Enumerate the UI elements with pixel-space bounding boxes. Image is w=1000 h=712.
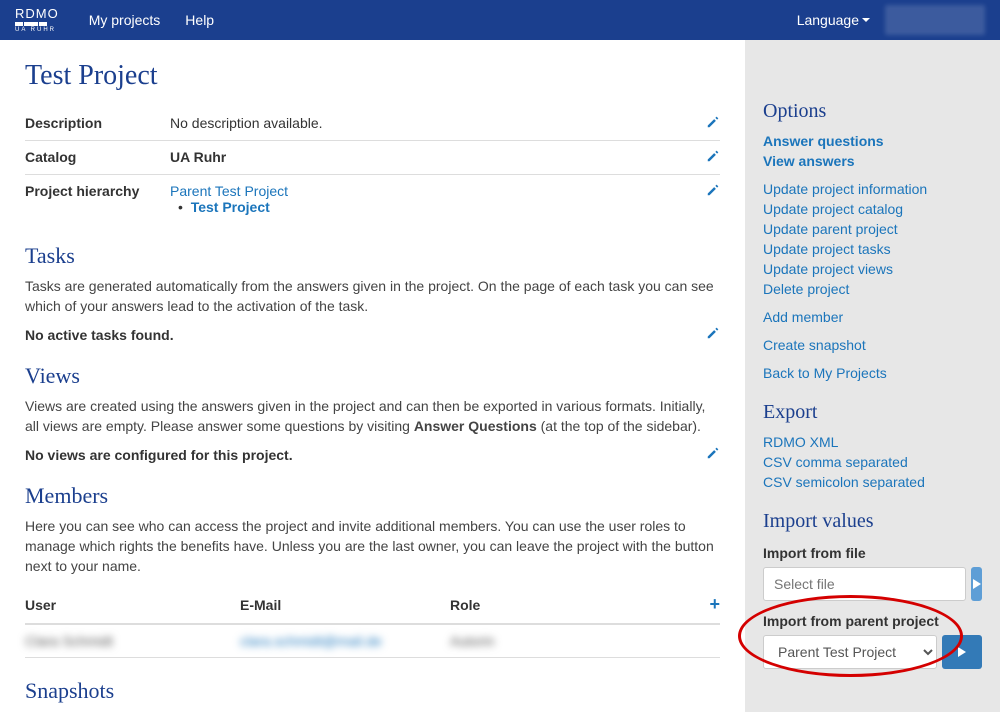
tasks-empty: No active tasks found. xyxy=(25,327,706,343)
hierarchy-label: Project hierarchy xyxy=(25,175,170,224)
export-heading: Export xyxy=(763,401,982,424)
views-empty: No views are configured for this project… xyxy=(25,447,706,463)
import-heading: Import values xyxy=(763,510,982,533)
link-update-info[interactable]: Update project information xyxy=(763,181,982,197)
table-row: Clara Schmidt clara.schmidt@mail.de Auto… xyxy=(25,624,720,658)
link-back-projects[interactable]: Back to My Projects xyxy=(763,365,982,381)
members-description: Here you can see who can access the proj… xyxy=(25,517,720,576)
options-heading: Options xyxy=(763,100,982,123)
chevron-down-icon xyxy=(862,18,870,22)
plus-icon[interactable]: + xyxy=(709,594,720,614)
views-description: Views are created using the answers give… xyxy=(25,397,720,436)
members-heading: Members xyxy=(25,483,720,509)
col-email: E-Mail xyxy=(240,586,450,624)
member-role: Autorin xyxy=(450,633,494,649)
project-info-table: Description No description available. Ca… xyxy=(25,107,720,223)
members-table: User E-Mail Role + Clara Schmidt clara.s… xyxy=(25,586,720,658)
link-update-catalog[interactable]: Update project catalog xyxy=(763,201,982,217)
import-file-label: Import from file xyxy=(763,545,982,561)
col-user: User xyxy=(25,586,240,624)
select-file-input[interactable] xyxy=(763,567,966,601)
link-update-views[interactable]: Update project views xyxy=(763,261,982,277)
link-export-csv-semicolon[interactable]: CSV semicolon separated xyxy=(763,474,982,490)
snapshots-heading: Snapshots xyxy=(25,678,720,704)
arrow-right-icon xyxy=(958,647,966,657)
hierarchy-parent-link[interactable]: Parent Test Project xyxy=(170,183,288,199)
user-menu[interactable] xyxy=(885,5,985,35)
pencil-icon[interactable] xyxy=(706,115,720,132)
import-parent-label: Import from parent project xyxy=(763,613,982,629)
top-navbar: RDMO UA RUHR My projects Help Language xyxy=(0,0,1000,40)
nav-help[interactable]: Help xyxy=(185,12,214,28)
import-parent-select[interactable]: Parent Test Project xyxy=(763,635,937,669)
catalog-value: UA Ruhr xyxy=(170,141,700,175)
pencil-icon[interactable] xyxy=(706,149,720,166)
pencil-icon[interactable] xyxy=(706,326,720,343)
nav-links: My projects Help xyxy=(89,12,214,28)
hierarchy-current-link[interactable]: Test Project xyxy=(191,199,270,215)
link-export-csv-comma[interactable]: CSV comma separated xyxy=(763,454,982,470)
member-email[interactable]: clara.schmidt@mail.de xyxy=(240,633,382,649)
pencil-icon[interactable] xyxy=(706,446,720,463)
pencil-icon[interactable] xyxy=(706,183,720,200)
nav-my-projects[interactable]: My projects xyxy=(89,12,161,28)
link-delete-project[interactable]: Delete project xyxy=(763,281,982,297)
link-answer-questions[interactable]: Answer questions xyxy=(763,133,982,149)
language-dropdown[interactable]: Language xyxy=(797,12,870,28)
brand-sub: UA RUHR xyxy=(15,27,56,33)
brand-logo[interactable]: RDMO UA RUHR xyxy=(15,7,59,33)
link-update-tasks[interactable]: Update project tasks xyxy=(763,241,982,257)
language-label: Language xyxy=(797,12,859,28)
link-add-member[interactable]: Add member xyxy=(763,309,982,325)
import-parent-button[interactable] xyxy=(942,635,982,669)
link-update-parent[interactable]: Update parent project xyxy=(763,221,982,237)
tasks-description: Tasks are generated automatically from t… xyxy=(25,277,720,316)
page-title: Test Project xyxy=(25,60,720,92)
link-view-answers[interactable]: View answers xyxy=(763,153,982,169)
views-heading: Views xyxy=(25,363,720,389)
catalog-label: Catalog xyxy=(25,141,170,175)
member-user: Clara Schmidt xyxy=(25,633,113,649)
tasks-heading: Tasks xyxy=(25,243,720,269)
brand-text: RDMO xyxy=(15,7,59,20)
sidebar: Options Answer questions View answers Up… xyxy=(745,40,1000,712)
description-label: Description xyxy=(25,107,170,141)
link-export-xml[interactable]: RDMO XML xyxy=(763,434,982,450)
link-create-snapshot[interactable]: Create snapshot xyxy=(763,337,982,353)
description-value: No description available. xyxy=(170,107,700,141)
arrow-right-icon xyxy=(973,579,981,589)
main-content: Test Project Description No description … xyxy=(0,40,745,712)
import-file-button[interactable] xyxy=(971,567,982,601)
col-role: Role xyxy=(450,586,700,624)
